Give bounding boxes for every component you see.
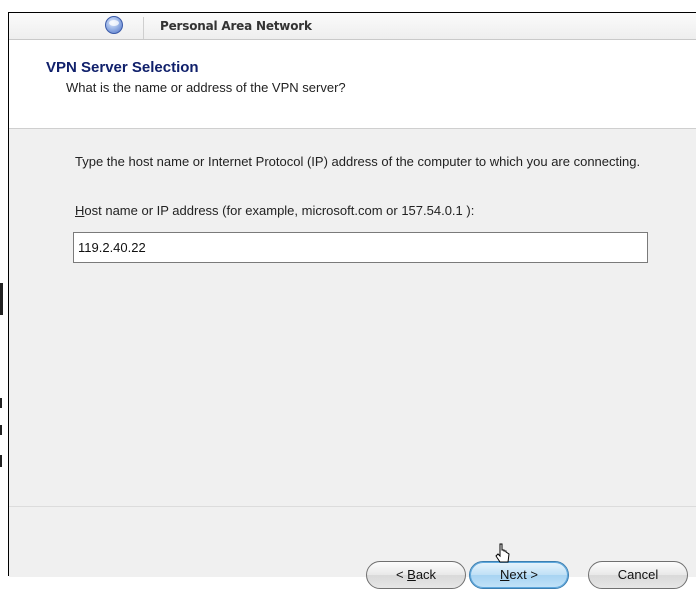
mouse-pointer-icon bbox=[495, 543, 510, 563]
title-divider bbox=[143, 17, 144, 39]
outer-margin bbox=[0, 0, 696, 12]
background-window-edge bbox=[0, 398, 2, 408]
host-address-input[interactable] bbox=[73, 232, 648, 263]
back-label-mnemonic: B bbox=[407, 567, 416, 582]
background-window-edge bbox=[0, 283, 3, 315]
next-label-rest: ext > bbox=[509, 567, 538, 582]
wizard-body bbox=[9, 129, 696, 506]
host-label-text: ost name or IP address (for example, mic… bbox=[84, 203, 475, 218]
back-button[interactable]: < Back bbox=[366, 561, 466, 589]
windows-orb-icon[interactable] bbox=[105, 16, 123, 34]
page-subtitle: What is the name or address of the VPN s… bbox=[66, 80, 346, 95]
page-title: VPN Server Selection bbox=[46, 59, 199, 76]
next-button[interactable]: Next > bbox=[469, 561, 569, 589]
host-label-mnemonic: H bbox=[75, 203, 85, 218]
dialog-window: Personal Area Network VPN Server Selecti… bbox=[0, 0, 696, 589]
next-label-mnemonic: N bbox=[500, 567, 510, 582]
instruction-text: Type the host name or Internet Protocol … bbox=[75, 154, 641, 169]
back-label-prefix: < bbox=[395, 567, 408, 582]
background-window-edge bbox=[0, 455, 2, 467]
background-window-edge bbox=[0, 425, 2, 435]
back-label-rest: ack bbox=[415, 567, 437, 582]
host-field-label: Host name or IP address (for example, mi… bbox=[75, 203, 474, 218]
window-title: Personal Area Network bbox=[160, 19, 312, 33]
cancel-button[interactable]: Cancel bbox=[588, 561, 688, 589]
